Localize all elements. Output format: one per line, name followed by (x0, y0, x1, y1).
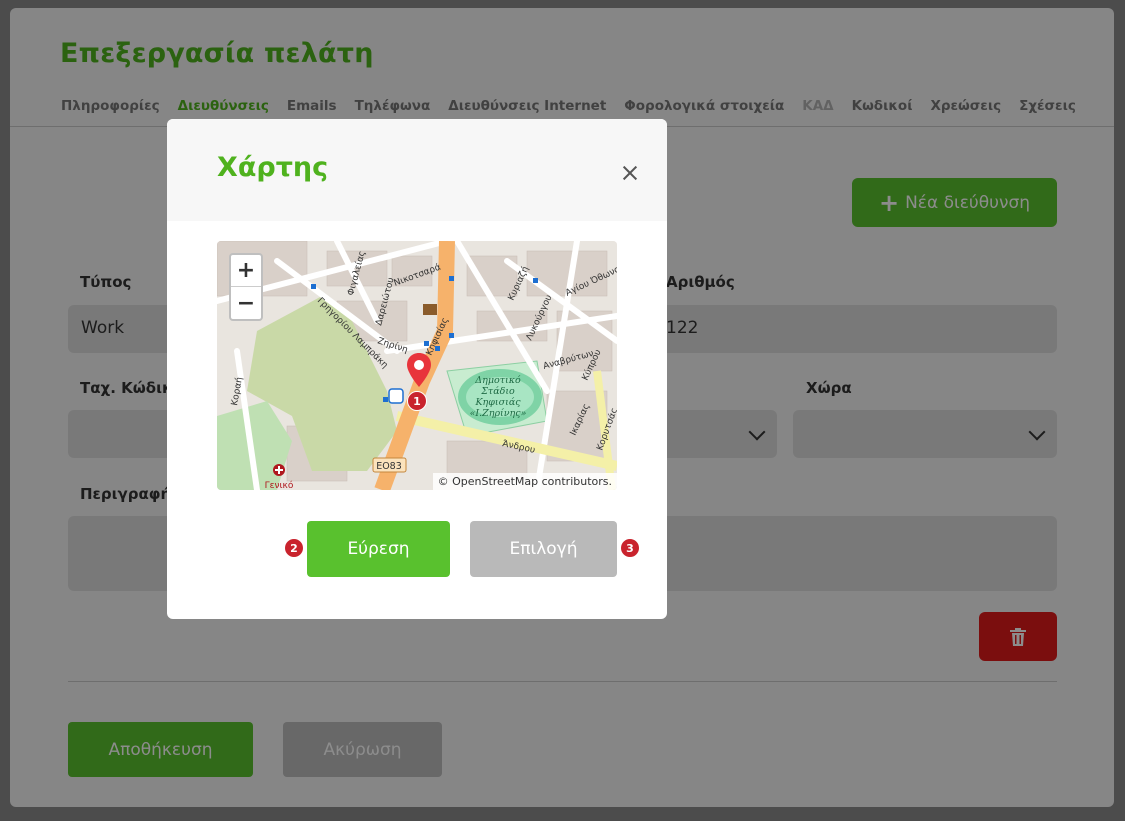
map-modal: Χάρτης Κηφισίας Ζηρίνη Άνδρου Γρηγορίου … (167, 119, 667, 619)
stadium-label-line2: Στάδιο (480, 386, 515, 397)
bus-stop-icon (388, 388, 404, 404)
stadium-label-line4: «Ι.Ζηρίνης» (470, 408, 527, 419)
location-pin-icon[interactable] (407, 353, 431, 387)
step-badge-1: 1 (407, 391, 427, 411)
stadium-label-line1: Δημοτικό (474, 375, 521, 386)
zoom-in-button[interactable]: + (231, 255, 261, 287)
modal-header: Χάρτης (167, 119, 667, 221)
step-badge-3: 3 (620, 538, 640, 558)
map-view[interactable]: Κηφισίας Ζηρίνη Άνδρου Γρηγορίου Λαμπράκ… (217, 241, 617, 490)
cinema-icon (423, 304, 437, 315)
modal-title: Χάρτης (217, 152, 329, 183)
map-attribution[interactable]: © OpenStreetMap contributors. (432, 473, 617, 490)
select-button[interactable]: Επιλογή (470, 521, 617, 577)
road-ref-label: ΕΟ83 (376, 461, 402, 472)
close-icon[interactable] (620, 163, 640, 183)
stadium-label-line3: Κηφισιάς (474, 397, 521, 408)
find-button[interactable]: Εύρεση (307, 521, 450, 577)
zoom-control: + − (229, 253, 263, 321)
zoom-out-button[interactable]: − (231, 287, 261, 319)
step-badge-2: 2 (284, 538, 304, 558)
hospital-label: Γενικό (265, 480, 294, 490)
